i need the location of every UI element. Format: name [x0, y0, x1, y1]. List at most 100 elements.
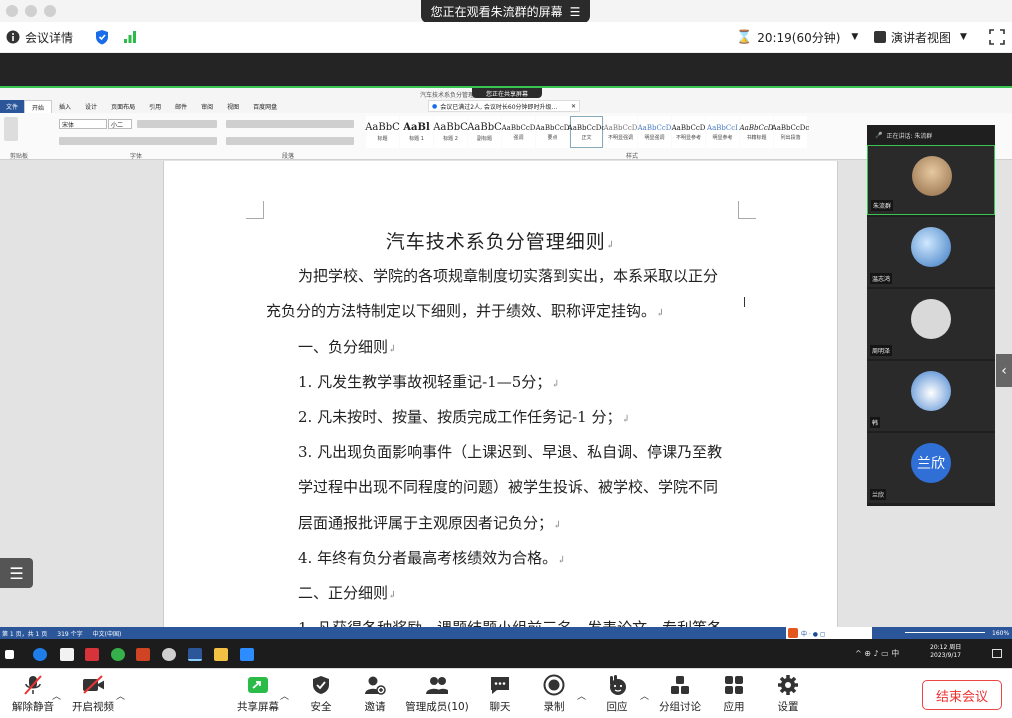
menu-home[interactable]: 开始: [24, 100, 53, 113]
menu-insert[interactable]: 插入: [52, 102, 78, 111]
close-icon[interactable]: ✕: [571, 103, 579, 110]
minimize-window-button[interactable]: [25, 5, 37, 17]
styles-gallery: AaBbC 标题 AaBl 标题 1 AaBbC 标题 2 AaBbC 副标题 AaBb…: [365, 116, 809, 148]
style-intense-reference[interactable]: AaBbCcI 明显参考: [706, 116, 739, 148]
style-heading2[interactable]: AaBbC 标题 2: [433, 116, 468, 148]
end-meeting-button[interactable]: 结束会议: [922, 680, 1002, 710]
menu-review[interactable]: 审阅: [194, 102, 220, 111]
chevron-up-icon[interactable]: ︿: [116, 689, 125, 702]
menu-file[interactable]: 文件: [0, 100, 25, 113]
notification-text: 会议已满过2人, 会议时长60分钟即时升级...: [440, 103, 558, 111]
notification-center-icon[interactable]: [992, 649, 1002, 658]
style-subtle-emphasis[interactable]: AaBbCcD 不明显强调: [604, 116, 637, 148]
style-title[interactable]: AaBbC 标题: [365, 116, 400, 148]
shared-screen: 汽车技术系负分管理细则.docx 您正在共享屏幕 文件 开始 插入 设计 页面布…: [0, 86, 1012, 668]
hourglass-icon: ⌛: [736, 29, 753, 45]
style-emphasis[interactable]: AaBbCcD 强调: [502, 116, 535, 148]
tray-clock[interactable]: 20:12 周日 2023/9/17: [930, 644, 961, 660]
close-window-button[interactable]: [6, 5, 18, 17]
participant-tile[interactable]: 周明泽: [867, 289, 995, 359]
share-screen-icon: [247, 674, 269, 696]
fullscreen-icon[interactable]: [989, 29, 1005, 45]
text-cursor: [744, 297, 745, 307]
ime-toolbar[interactable]: 中 · ● ▢: [786, 627, 872, 639]
doc-paragraph: 3. 凡出现负面影响事件（上课迟到、早退、私自调、停课乃至教: [298, 443, 723, 461]
status-language[interactable]: 中文(中国): [93, 629, 122, 638]
zoom-app-icon[interactable]: [240, 648, 254, 661]
doc-paragraph: 充负分的方法特制定以下细则，并于绩效、职称评定挂钩。↲: [266, 302, 665, 320]
add-user-icon: [364, 674, 386, 696]
app-green-icon[interactable]: [111, 648, 125, 661]
windows-start-icon[interactable]: [5, 650, 14, 659]
video-off-icon: [82, 674, 104, 696]
style-normal[interactable]: AaBbCcDc 正文: [568, 116, 605, 148]
paragraph-buttons-row2[interactable]: [226, 137, 354, 145]
group-label-clipboard: 剪贴板: [10, 153, 29, 160]
format-buttons-row1[interactable]: [137, 120, 217, 128]
meeting-timer[interactable]: ⌛ 20:19(60分钟) ▼: [736, 29, 858, 46]
style-list-paragraph[interactable]: AaBbCcDc 列出段落: [772, 116, 809, 148]
chrome-icon[interactable]: [162, 648, 176, 661]
paste-button[interactable]: [4, 117, 18, 141]
style-book-title[interactable]: AaBbCcD 书籍标题: [740, 116, 773, 148]
security-shield-icon[interactable]: [95, 29, 109, 45]
menu-baidu[interactable]: 百度网盘: [246, 102, 284, 111]
group-label-paragraph: 段落: [282, 153, 295, 160]
meeting-info-button[interactable]: 会议详情: [6, 29, 73, 46]
word-icon[interactable]: [188, 648, 202, 661]
menu-layout[interactable]: 页面布局: [104, 102, 142, 111]
windows-taskbar: ^ ⊕ ♪ ▭ 中 20:12 周日 2023/9/17: [0, 639, 1012, 668]
font-name-box[interactable]: 宋体: [59, 119, 107, 129]
mic-muted-icon: [22, 674, 44, 696]
document-page[interactable]: 汽车技术系负分管理细则↲ 为把学校、学院的各项规章制度切实落到实出，本系采取以正…: [163, 161, 838, 637]
signal-strength-icon[interactable]: [123, 30, 137, 44]
collapse-gallery-chevron-icon[interactable]: ‹: [996, 354, 1012, 387]
floating-menu-icon[interactable]: ☰: [0, 558, 33, 588]
edge-icon[interactable]: [33, 648, 47, 661]
style-intense-emphasis[interactable]: AaBbCcD 明显强调: [638, 116, 671, 148]
invite-label: 邀请: [364, 700, 386, 713]
style-strong[interactable]: AaBbCcD 要点: [536, 116, 569, 148]
timer-label: 20:19(60分钟): [757, 30, 841, 45]
powerpoint-icon[interactable]: [136, 648, 150, 661]
menu-design[interactable]: 设计: [78, 102, 104, 111]
menu-references[interactable]: 引用: [142, 102, 168, 111]
chat-icon: [489, 674, 511, 696]
participant-tile[interactable]: 兰欣 兰欣: [867, 433, 995, 503]
menu-mailings[interactable]: 邮件: [168, 102, 194, 111]
paragraph-buttons-row1[interactable]: [226, 120, 354, 128]
record-label: 录制: [543, 700, 565, 713]
status-page[interactable]: 第 1 页，共 1 页: [2, 629, 47, 638]
font-size-box[interactable]: 小二: [108, 119, 132, 129]
viewing-share-label: 您正在观看朱流群的屏幕: [430, 5, 563, 19]
manage-participants-button[interactable]: 管理成员(10): [402, 669, 472, 718]
file-icon[interactable]: [60, 648, 74, 661]
status-words[interactable]: 319 个字: [57, 629, 82, 638]
wps-icon[interactable]: [85, 648, 99, 661]
zoom-level[interactable]: 160%: [992, 630, 1009, 637]
meeting-notification[interactable]: ● 会议已满过2人, 会议时长60分钟即时升级... ✕: [428, 100, 580, 112]
system-tray[interactable]: ^ ⊕ ♪ ▭ 中: [855, 648, 899, 659]
chevron-down-icon: ▼: [960, 32, 967, 42]
view-mode-button[interactable]: 演讲者视图 ▼: [874, 29, 967, 46]
format-buttons-row2[interactable]: [59, 137, 217, 145]
settings-button[interactable]: 设置: [753, 669, 823, 718]
document-title: 汽车技术系负分管理细则↲: [385, 231, 616, 253]
record-icon: [543, 674, 565, 696]
style-subtle-reference[interactable]: AaBbCcD 不明显参考: [672, 116, 705, 148]
invite-button[interactable]: 邀请: [340, 669, 410, 718]
maximize-window-button[interactable]: [44, 5, 56, 17]
mic-icon: 🎤: [875, 131, 883, 139]
participant-tile[interactable]: 韩: [867, 361, 995, 431]
style-heading1[interactable]: AaBl 标题 1: [400, 116, 433, 148]
doc-paragraph: 学过程中出现不同程度的问题）被学生投诉、被学校、学院不同: [298, 478, 719, 496]
viewing-share-banner[interactable]: 您正在观看朱流群的屏幕 ☰: [421, 0, 590, 23]
menu-view[interactable]: 视图: [220, 102, 246, 111]
menu-icon[interactable]: ☰: [570, 5, 581, 19]
folder-icon[interactable]: [214, 648, 228, 661]
participant-tile[interactable]: 温志鸿: [867, 217, 995, 287]
style-subtitle[interactable]: AaBbC 副标题: [467, 116, 502, 148]
word-statusbar: 第 1 页，共 1 页 319 个字 中文(中国) 中 · ● ▢ 160%: [0, 627, 1012, 639]
zoom-slider[interactable]: [905, 632, 985, 633]
participant-tile[interactable]: 朱流群: [867, 145, 995, 215]
